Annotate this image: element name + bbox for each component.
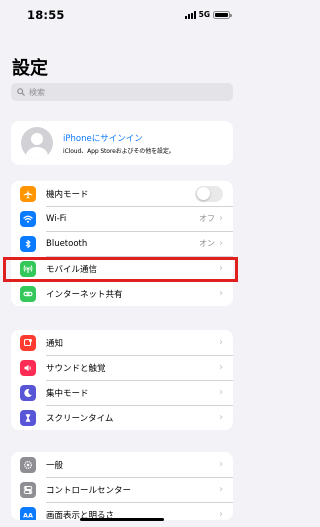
settings-row-personal-hotspot[interactable]: インターネット共有 › bbox=[11, 281, 233, 306]
settings-row-airplane-mode[interactable]: 機内モード bbox=[11, 181, 233, 206]
chevron-right-icon: › bbox=[219, 411, 223, 423]
gear-icon bbox=[20, 456, 36, 473]
chevron-right-icon: › bbox=[219, 361, 223, 373]
switches-icon bbox=[20, 481, 36, 498]
airplane-icon bbox=[20, 185, 36, 202]
svg-text:AA: AA bbox=[23, 511, 33, 519]
bell-icon bbox=[20, 334, 36, 351]
status-indicators: 5G bbox=[184, 9, 232, 20]
avatar bbox=[21, 127, 53, 159]
chevron-right-icon: › bbox=[219, 483, 223, 495]
wifi-icon bbox=[20, 210, 36, 227]
chevron-right-icon: › bbox=[219, 212, 223, 224]
status-bar: 18:55 5G bbox=[0, 0, 244, 30]
settings-row-general[interactable]: 一般 › bbox=[11, 452, 233, 477]
general-group: 一般 › コントロールセンター › AA 画面表示と明るさ › bbox=[11, 452, 233, 520]
settings-row-wifi[interactable]: Wi-Fi オフ › bbox=[11, 206, 233, 231]
settings-row-screen-time[interactable]: スクリーンタイム › bbox=[11, 405, 233, 430]
settings-row-label: 機内モード bbox=[46, 189, 89, 200]
settings-row-label: サウンドと触覚 bbox=[46, 363, 106, 374]
signal-strength-icon bbox=[184, 10, 196, 19]
settings-row-control-center[interactable]: コントロールセンター › bbox=[11, 477, 233, 502]
chevron-right-icon: › bbox=[219, 287, 223, 299]
apple-id-signin-row[interactable]: iPhoneにサインイン iCloud、App Storeおよびその他を設定。 bbox=[11, 121, 233, 165]
settings-row-value: オン bbox=[199, 239, 215, 248]
settings-row-label: Bluetooth bbox=[46, 238, 88, 249]
search-input[interactable] bbox=[29, 87, 209, 97]
settings-row-bluetooth[interactable]: Bluetooth オン › bbox=[11, 231, 233, 256]
page-title: 設定 bbox=[12, 58, 48, 79]
signin-subtitle: iCloud、App Storeおよびその他を設定。 bbox=[63, 147, 175, 155]
settings-row-sounds[interactable]: サウンドと触覚 › bbox=[11, 355, 233, 380]
bluetooth-icon bbox=[20, 235, 36, 252]
settings-row-notifications[interactable]: 通知 › bbox=[11, 330, 233, 355]
settings-row-focus[interactable]: 集中モード › bbox=[11, 380, 233, 405]
settings-row-label: 一般 bbox=[46, 460, 64, 471]
home-indicator[interactable] bbox=[80, 518, 164, 521]
network-type: 5G bbox=[198, 10, 210, 19]
settings-row-label: Wi-Fi bbox=[46, 213, 67, 224]
chevron-right-icon: › bbox=[219, 508, 223, 520]
notifications-group: 通知 › サウンドと触覚 › 集中モード › スクリーンタイム › bbox=[11, 330, 233, 430]
chevron-right-icon: › bbox=[219, 458, 223, 470]
settings-row-cellular[interactable]: モバイル通信 › bbox=[11, 256, 233, 281]
moon-icon bbox=[20, 384, 36, 401]
settings-row-label: スクリーンタイム bbox=[46, 413, 114, 424]
airplane-mode-toggle[interactable] bbox=[195, 185, 223, 202]
toggle-knob bbox=[196, 187, 210, 200]
search-icon bbox=[17, 88, 25, 96]
chevron-right-icon: › bbox=[219, 336, 223, 348]
speaker-icon bbox=[20, 359, 36, 376]
signin-title: iPhoneにサインイン bbox=[63, 133, 143, 144]
battery-level bbox=[215, 12, 228, 17]
antenna-icon bbox=[20, 260, 36, 277]
hourglass-icon bbox=[20, 409, 36, 426]
settings-row-value: オフ bbox=[199, 214, 215, 223]
sun-icon: AA bbox=[20, 506, 36, 520]
search-bar[interactable] bbox=[11, 83, 233, 101]
link-icon bbox=[20, 285, 36, 302]
chevron-right-icon: › bbox=[219, 262, 223, 274]
settings-row-label: モバイル通信 bbox=[46, 264, 98, 275]
connectivity-group: 機内モード Wi-Fi オフ › Bluetooth オン › モバイル通信 › インターネット共… bbox=[11, 181, 233, 306]
settings-row-label: コントロールセンター bbox=[46, 485, 132, 496]
chevron-right-icon: › bbox=[219, 386, 223, 398]
battery-icon bbox=[213, 10, 232, 19]
chevron-right-icon: › bbox=[219, 237, 223, 249]
settings-row-label: インターネット共有 bbox=[46, 289, 123, 300]
status-time: 18:55 bbox=[27, 8, 65, 22]
settings-row-label: 集中モード bbox=[46, 388, 89, 399]
settings-row-label: 通知 bbox=[46, 338, 64, 349]
